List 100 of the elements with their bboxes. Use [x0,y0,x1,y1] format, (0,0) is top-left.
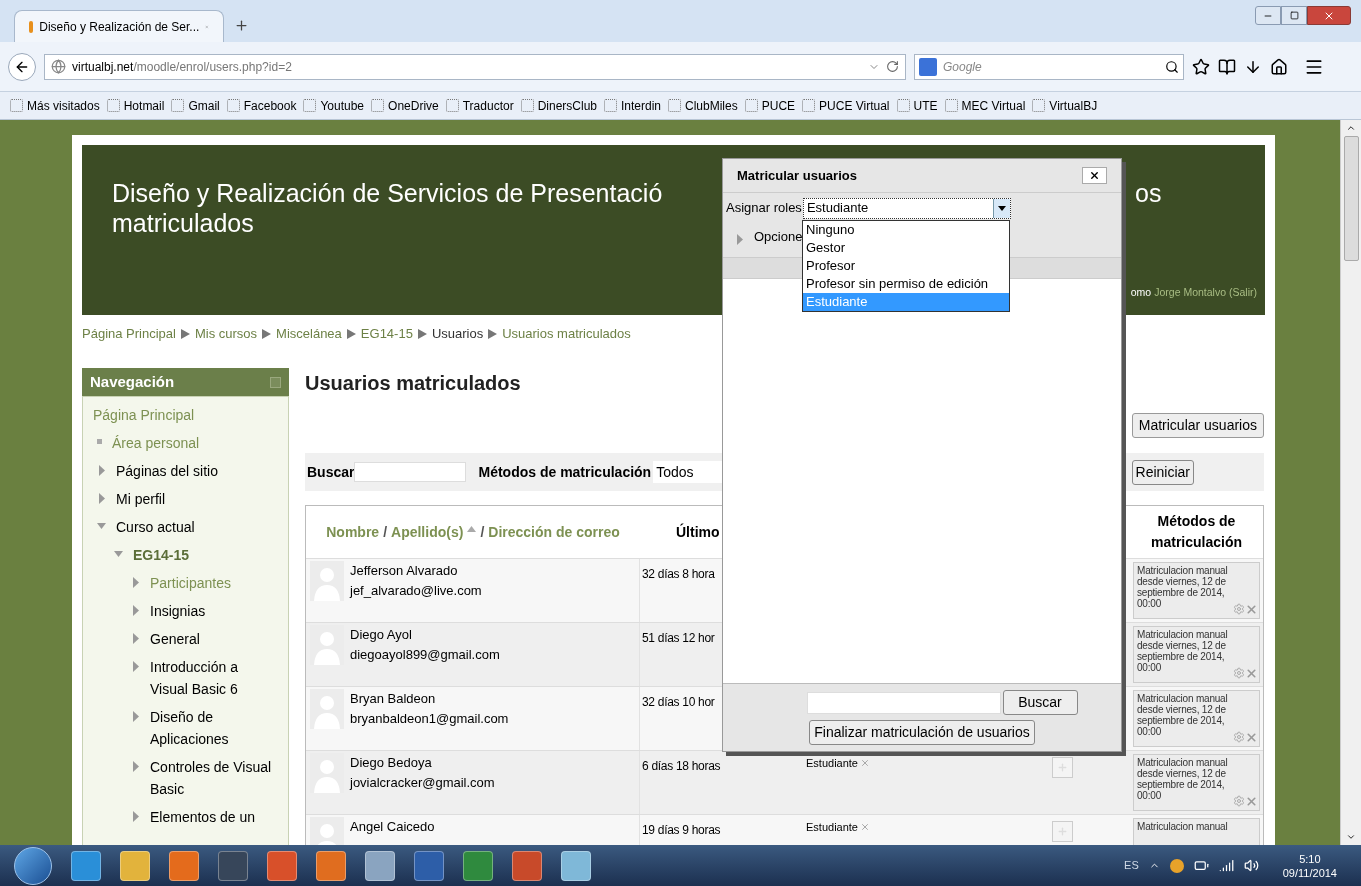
separator-arrow-icon [262,329,272,339]
battery-icon[interactable] [1193,858,1209,873]
clock[interactable]: 5:10 09/11/2014 [1282,851,1337,880]
home-icon[interactable] [1270,57,1288,76]
delete-icon[interactable] [1245,731,1258,744]
column-header: Métodos de matriculación [1150,512,1243,552]
collapsed-arrow-icon[interactable] [131,761,140,772]
method-text: Matriculacion manual desde viernes, 12 de septiembre de 2014, 00:00 [1137,565,1229,611]
settings-icon[interactable] [1233,731,1245,743]
language-indicator[interactable]: ES [1124,857,1139,874]
breadcrumb-link[interactable]: Página Principal [82,324,176,344]
tab-title: Diseño y Realización de Ser... [39,18,200,36]
scrollbar[interactable] [1340,120,1361,845]
add-group-button[interactable] [1052,821,1073,842]
delete-icon[interactable] [1245,795,1258,808]
tray-app-icon[interactable] [1169,858,1184,873]
bookmark-link[interactable]: MEC Virtual [961,96,1026,115]
expanded-arrow-icon[interactable] [114,549,123,560]
new-tab-icon[interactable] [234,18,249,33]
close-button[interactable] [1082,167,1107,184]
breadcrumb-link[interactable]: EG14-15 [360,324,413,344]
nav-link[interactable]: Insignias [150,600,206,622]
finish-enrolment-button[interactable]: Finalizar matriculación de usuarios [809,720,1035,745]
settings-icon[interactable] [1233,603,1245,615]
close-window-button[interactable] [1307,6,1351,25]
reading-list-icon[interactable] [1218,57,1236,76]
column-header: Último [676,522,720,542]
start-button[interactable] [14,846,52,885]
bookmark-link[interactable]: Facebook [243,96,297,115]
scroll-thumb[interactable] [1343,136,1359,261]
bookmark-link[interactable]: Gmail [188,96,220,115]
address-bar[interactable]: virtualbj.net/moodle/enrol/users.php?id=2 [44,53,906,80]
browser-tab[interactable]: Diseño y Realización de Ser... [14,10,224,42]
bookmark-link[interactable]: Más visitados [27,96,100,115]
bookmark-link[interactable]: VirtualBJ [1049,96,1098,115]
settings-icon[interactable] [1233,667,1245,679]
close-icon [1089,170,1100,181]
bookmark-link[interactable]: Youtube [320,96,365,115]
reload-icon[interactable] [886,60,899,73]
collapsed-arrow-icon[interactable] [131,605,140,616]
bookmark-link[interactable]: PUCE [761,96,796,115]
nav-link[interactable]: Controles de Visual Basic [150,756,278,800]
nav-link[interactable]: General [150,628,200,650]
bookmark-link[interactable]: DinersClub [537,96,597,115]
maximize-button[interactable] [1281,6,1307,25]
add-group-button[interactable] [1052,757,1073,778]
search-input[interactable] [354,462,467,482]
enrol-users-button[interactable]: Matricular usuarios [1131,413,1264,438]
bookmark-star-icon[interactable] [1192,57,1210,76]
delete-icon[interactable] [1245,667,1258,680]
reset-button[interactable]: Reiniciar [1131,459,1194,485]
bookmark-link[interactable]: Interdin [621,96,662,115]
user-link[interactable]: Jorge Montalvo [1154,285,1226,301]
scroll-up-icon[interactable] [1346,123,1356,133]
collapsed-arrow-icon[interactable] [131,661,140,672]
remove-icon[interactable] [860,822,870,833]
breadcrumb-link[interactable]: Mis cursos [194,324,258,344]
search-field[interactable]: Google [914,53,1184,80]
back-button[interactable] [8,52,36,81]
expanded-arrow-icon[interactable] [97,521,106,532]
bookmark-link[interactable]: UTE [913,96,938,115]
collapsed-arrow-icon[interactable] [131,633,140,644]
signal-icon[interactable] [1218,858,1234,873]
nav-link[interactable]: Páginas del sitio [116,460,218,482]
collapsed-arrow-icon[interactable] [131,577,140,588]
scroll-down-icon[interactable] [1346,832,1356,842]
collapsed-arrow-icon[interactable] [735,234,744,245]
nav-link[interactable]: Introducción a Visual Basic 6 [150,656,278,700]
last-access-text: 32 días 8 hora [642,567,715,581]
logout-link[interactable]: (Salir) [1229,285,1257,301]
globe-icon [51,59,66,74]
collapsed-arrow-icon[interactable] [131,811,140,822]
nav-link[interactable]: EG14-15 [133,544,190,566]
last-access-text: 6 días 18 horas [642,759,721,773]
volume-icon[interactable] [1243,858,1259,873]
breadcrumb-link[interactable]: Usuarios matriculados [502,324,631,344]
nav-link[interactable]: Mi perfil [116,488,165,510]
bookmark-link[interactable]: Traductor [462,96,514,115]
collapsed-arrow-icon[interactable] [97,493,106,504]
bookmark-link[interactable]: PUCE Virtual [819,96,890,115]
minimize-button[interactable] [1255,6,1281,25]
bookmark-link[interactable]: Hotmail [123,96,165,115]
nav-link[interactable]: Diseño de Aplicaciones [150,706,278,750]
search-input[interactable] [806,691,1001,714]
remove-icon[interactable] [860,758,870,769]
bookmark-link[interactable]: OneDrive [388,96,439,115]
collapse-icon[interactable] [270,376,281,388]
separator: / [480,522,485,542]
nav-link[interactable]: Curso actual [116,516,195,538]
bookmark-link[interactable]: ClubMiles [685,96,738,115]
delete-icon[interactable] [1245,603,1258,616]
search-icon[interactable] [1165,59,1179,74]
collapsed-arrow-icon[interactable] [97,465,106,476]
nav-link[interactable]: Elementos de un [150,806,256,828]
options-toggle[interactable]: Opcione [754,227,803,247]
breadcrumb-link[interactable]: Miscelánea [276,324,342,344]
roles-select[interactable]: Estudiante [802,197,1011,219]
search-button[interactable]: Buscar [1002,690,1078,715]
settings-icon[interactable] [1233,795,1245,807]
collapsed-arrow-icon[interactable] [131,711,140,722]
